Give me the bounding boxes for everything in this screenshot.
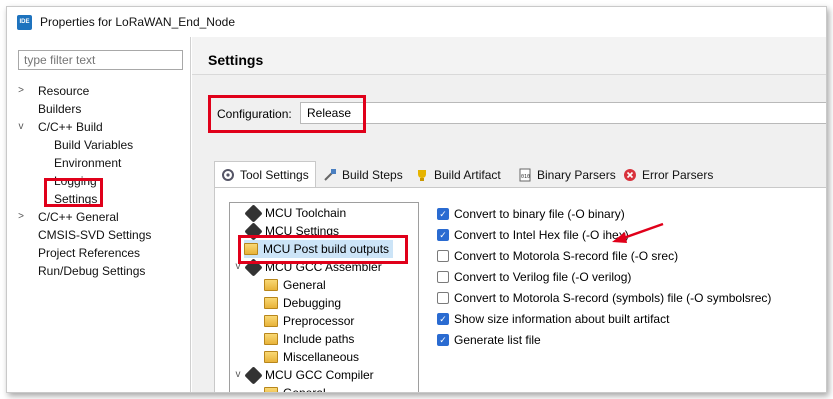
- tool-settings-panel: MCU Toolchain MCU Settings MCU Post buil…: [214, 187, 826, 392]
- sidebar-item-cpp-general[interactable]: C/C++ General: [38, 208, 119, 226]
- tab-label: Binary Parsers: [537, 168, 616, 182]
- sidebar-item-cmsis-svd-settings[interactable]: CMSIS-SVD Settings: [38, 226, 151, 244]
- properties-window: IDE Properties for LoRaWAN_End_Node > Re…: [6, 6, 827, 393]
- settings-highlight-box: [44, 178, 103, 207]
- tab-label: Build Artifact: [434, 168, 501, 182]
- svg-text:010: 010: [521, 174, 530, 180]
- expand-chevron-icon[interactable]: >: [16, 208, 26, 226]
- annotation-arrow-icon: [612, 222, 664, 243]
- build-steps-icon: [324, 169, 336, 181]
- configuration-highlight-box: [208, 95, 366, 133]
- tab-build-artifact[interactable]: Build Artifact: [409, 163, 507, 187]
- tab-tool-settings[interactable]: Tool Settings: [214, 161, 316, 187]
- tab-label: Build Steps: [342, 168, 403, 182]
- tab-label: Error Parsers: [642, 168, 714, 182]
- property-pages-sidebar: > Resource Builders v C/C++ Build Build …: [7, 37, 191, 392]
- sidebar-item-run-debug-settings[interactable]: Run/Debug Settings: [38, 262, 145, 280]
- title-bar: IDE Properties for LoRaWAN_End_Node: [7, 7, 826, 37]
- ide-app-icon: IDE: [17, 14, 32, 30]
- tools-icon: [222, 168, 234, 181]
- window-title: Properties for LoRaWAN_End_Node: [40, 15, 235, 29]
- sidebar-item-cpp-build[interactable]: C/C++ Build: [38, 118, 103, 136]
- sidebar-item-project-references[interactable]: Project References: [38, 244, 140, 262]
- filter-input[interactable]: [18, 50, 183, 70]
- settings-tabs: Tool Settings Build Steps Build Artifact…: [192, 161, 826, 187]
- tab-build-steps[interactable]: Build Steps: [317, 163, 409, 187]
- expand-chevron-icon[interactable]: >: [16, 82, 26, 100]
- sidebar-item-resource[interactable]: Resource: [38, 82, 89, 100]
- page-title: Settings: [192, 37, 826, 75]
- sidebar-item-builders[interactable]: Builders: [38, 100, 81, 118]
- sidebar-item-build-variables[interactable]: Build Variables: [54, 136, 133, 154]
- configuration-select[interactable]: Release: [300, 102, 826, 124]
- binary-icon: 010: [519, 168, 531, 182]
- trophy-icon: [418, 170, 426, 181]
- settings-page: Settings Configuration: Release Tool Set…: [192, 37, 826, 392]
- collapse-chevron-icon[interactable]: v: [16, 118, 26, 136]
- error-icon: [624, 169, 636, 181]
- sidebar-item-environment[interactable]: Environment: [54, 154, 121, 172]
- tab-error-parsers[interactable]: Error Parsers: [617, 163, 719, 187]
- tab-label: Tool Settings: [240, 167, 309, 182]
- tab-binary-parsers[interactable]: 010 Binary Parsers: [512, 163, 622, 187]
